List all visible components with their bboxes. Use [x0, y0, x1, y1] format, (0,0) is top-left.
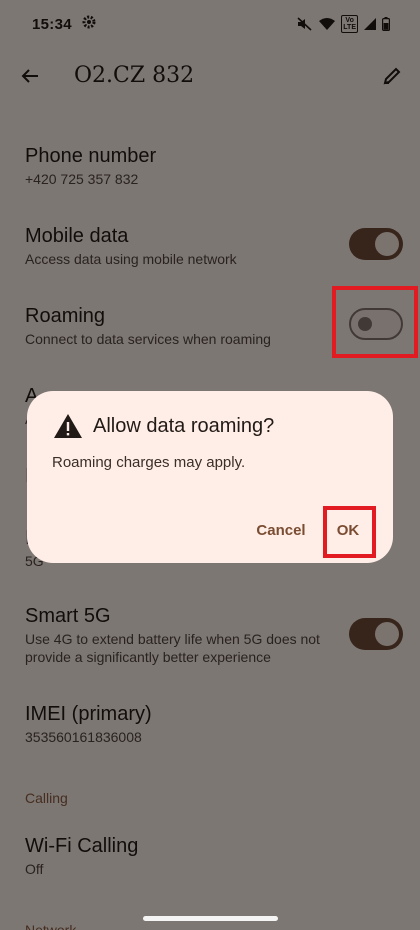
- dialog-title: Allow data roaming?: [93, 415, 275, 437]
- dialog-message: Roaming charges may apply.: [52, 454, 246, 471]
- cancel-button[interactable]: Cancel: [249, 515, 313, 545]
- warning-icon: [53, 413, 83, 444]
- gesture-nav-handle[interactable]: [143, 916, 278, 921]
- roaming-toggle-highlight: [332, 286, 418, 358]
- ok-button-highlight: [323, 506, 376, 558]
